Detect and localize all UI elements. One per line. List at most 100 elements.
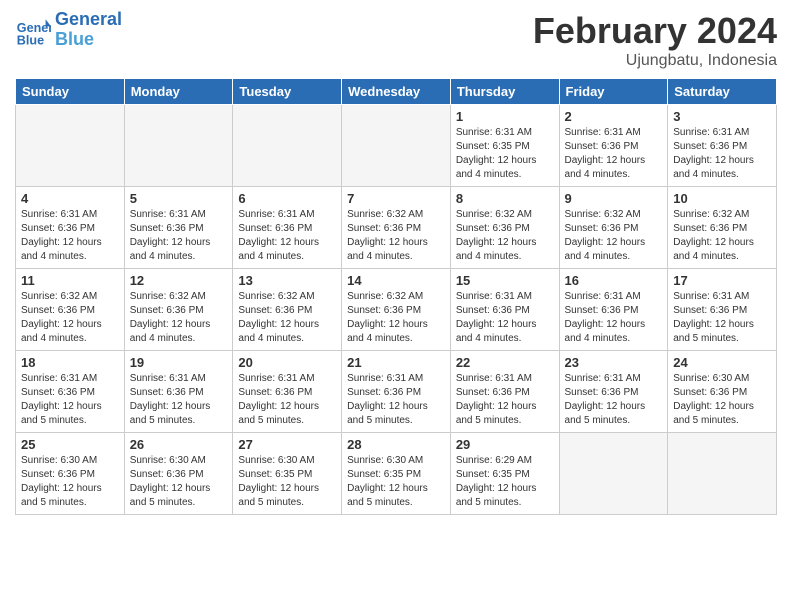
day-number: 1 bbox=[456, 109, 554, 124]
day-info: Sunrise: 6:31 AMSunset: 6:36 PMDaylight:… bbox=[238, 208, 336, 264]
day-info: Sunrise: 6:32 AMSunset: 6:36 PMDaylight:… bbox=[456, 208, 554, 264]
table-row: 5Sunrise: 6:31 AMSunset: 6:36 PMDaylight… bbox=[124, 187, 233, 269]
day-info: Sunrise: 6:31 AMSunset: 6:35 PMDaylight:… bbox=[456, 126, 554, 182]
table-row: 14 Sunrise: 6:32 AMSunset: 6:36 PMDayligh… bbox=[342, 269, 451, 351]
day-number: 13 bbox=[238, 273, 336, 288]
day-number: 14 bbox=[347, 273, 445, 288]
page-title: February 2024 bbox=[533, 10, 777, 52]
table-row: 20 Sunrise: 6:31 AMSunset: 6:36 PMDayligh… bbox=[233, 351, 342, 433]
day-info: Sunrise: 6:31 AMSunset: 6:36 PMDaylight:… bbox=[673, 126, 771, 182]
day-number: 29 bbox=[456, 437, 554, 452]
calendar-header-sunday: Sunday bbox=[16, 79, 125, 105]
table-row: 11 Sunrise: 6:32 AMSunset: 6:36 PMDayligh… bbox=[16, 269, 125, 351]
calendar-week-row: 25 Sunrise: 6:30 AMSunset: 6:36 PMDayligh… bbox=[16, 433, 777, 515]
table-row: 18 Sunrise: 6:31 AMSunset: 6:36 PMDayligh… bbox=[16, 351, 125, 433]
table-row: 7 Sunrise: 6:32 AMSunset: 6:36 PMDaylight… bbox=[342, 187, 451, 269]
table-row: 1 Sunrise: 6:31 AMSunset: 6:35 PMDaylight… bbox=[450, 105, 559, 187]
day-info: Sunrise: 6:32 AMSunset: 6:36 PMDaylight:… bbox=[21, 290, 119, 346]
day-info: Sunrise: 6:31 AMSunset: 6:36 PMDaylight:… bbox=[238, 372, 336, 428]
calendar-header-tuesday: Tuesday bbox=[233, 79, 342, 105]
day-number: 28 bbox=[347, 437, 445, 452]
table-row: 15 Sunrise: 6:31 AMSunset: 6:36 PMDayligh… bbox=[450, 269, 559, 351]
table-row bbox=[342, 105, 451, 187]
day-info: Sunrise: 6:31 AMSunset: 6:36 PMDaylight:… bbox=[456, 290, 554, 346]
table-row: 23Sunrise: 6:31 AMSunset: 6:36 PMDayligh… bbox=[559, 351, 668, 433]
table-row: 3 Sunrise: 6:31 AMSunset: 6:36 PMDaylight… bbox=[668, 105, 777, 187]
table-row bbox=[16, 105, 125, 187]
day-info: Sunrise: 6:31 AMSunset: 6:36 PMDaylight:… bbox=[565, 290, 663, 346]
day-info: Sunrise: 6:30 AMSunset: 6:36 PMDaylight:… bbox=[673, 372, 771, 428]
day-number: 25 bbox=[21, 437, 119, 452]
table-row: 26 Sunrise: 6:30 AMSunset: 6:36 PMDayligh… bbox=[124, 433, 233, 515]
day-number: 3 bbox=[673, 109, 771, 124]
day-info: Sunrise: 6:32 AMSunset: 6:36 PMDaylight:… bbox=[347, 290, 445, 346]
day-info: Sunrise: 6:31 AMSunset: 6:36 PMDaylight:… bbox=[130, 208, 228, 264]
table-row: 24 Sunrise: 6:30 AMSunset: 6:36 PMDayligh… bbox=[668, 351, 777, 433]
calendar-header-saturday: Saturday bbox=[668, 79, 777, 105]
table-row: 12 Sunrise: 6:32 AMSunset: 6:36 PMDayligh… bbox=[124, 269, 233, 351]
day-info: Sunrise: 6:32 AMSunset: 6:36 PMDaylight:… bbox=[130, 290, 228, 346]
day-number: 17 bbox=[673, 273, 771, 288]
day-number: 18 bbox=[21, 355, 119, 370]
day-number: 2 bbox=[565, 109, 663, 124]
day-info: Sunrise: 6:31 AMSunset: 6:36 PMDaylight:… bbox=[456, 372, 554, 428]
table-row bbox=[559, 433, 668, 515]
table-row: 29 Sunrise: 6:29 AMSunset: 6:35 PMDayligh… bbox=[450, 433, 559, 515]
day-info: Sunrise: 6:30 AMSunset: 6:36 PMDaylight:… bbox=[130, 454, 228, 510]
table-row: 27 Sunrise: 6:30 AMSunset: 6:35 PMDayligh… bbox=[233, 433, 342, 515]
day-number: 26 bbox=[130, 437, 228, 452]
day-number: 22 bbox=[456, 355, 554, 370]
day-number: 11 bbox=[21, 273, 119, 288]
table-row: 13 Sunrise: 6:32 AMSunset: 6:36 PMDayligh… bbox=[233, 269, 342, 351]
page-subtitle: Ujungbatu, Indonesia bbox=[533, 52, 777, 70]
table-row: 9Sunrise: 6:32 AMSunset: 6:36 PMDaylight… bbox=[559, 187, 668, 269]
day-number: 9 bbox=[565, 191, 663, 206]
day-number: 7 bbox=[347, 191, 445, 206]
day-number: 20 bbox=[238, 355, 336, 370]
day-info: Sunrise: 6:31 AMSunset: 6:36 PMDaylight:… bbox=[21, 372, 119, 428]
day-info: Sunrise: 6:31 AMSunset: 6:36 PMDaylight:… bbox=[673, 290, 771, 346]
day-info: Sunrise: 6:32 AMSunset: 6:36 PMDaylight:… bbox=[673, 208, 771, 264]
table-row: 28Sunrise: 6:30 AMSunset: 6:35 PMDayligh… bbox=[342, 433, 451, 515]
calendar-header-row: SundayMondayTuesdayWednesdayThursdayFrid… bbox=[16, 79, 777, 105]
table-row bbox=[124, 105, 233, 187]
svg-text:Blue: Blue bbox=[17, 33, 44, 47]
calendar-table: SundayMondayTuesdayWednesdayThursdayFrid… bbox=[15, 78, 777, 515]
calendar-header-monday: Monday bbox=[124, 79, 233, 105]
table-row: 8Sunrise: 6:32 AMSunset: 6:36 PMDaylight… bbox=[450, 187, 559, 269]
day-number: 24 bbox=[673, 355, 771, 370]
day-info: Sunrise: 6:30 AMSunset: 6:36 PMDaylight:… bbox=[21, 454, 119, 510]
day-number: 19 bbox=[130, 355, 228, 370]
day-number: 15 bbox=[456, 273, 554, 288]
day-info: Sunrise: 6:31 AMSunset: 6:36 PMDaylight:… bbox=[565, 372, 663, 428]
title-block: February 2024 Ujungbatu, Indonesia bbox=[533, 10, 777, 70]
day-info: Sunrise: 6:32 AMSunset: 6:36 PMDaylight:… bbox=[238, 290, 336, 346]
calendar-week-row: 11 Sunrise: 6:32 AMSunset: 6:36 PMDayligh… bbox=[16, 269, 777, 351]
table-row: 22 Sunrise: 6:31 AMSunset: 6:36 PMDayligh… bbox=[450, 351, 559, 433]
day-info: Sunrise: 6:31 AMSunset: 6:36 PMDaylight:… bbox=[565, 126, 663, 182]
table-row: 21Sunrise: 6:31 AMSunset: 6:36 PMDayligh… bbox=[342, 351, 451, 433]
day-number: 21 bbox=[347, 355, 445, 370]
calendar-week-row: 1 Sunrise: 6:31 AMSunset: 6:35 PMDaylight… bbox=[16, 105, 777, 187]
day-number: 27 bbox=[238, 437, 336, 452]
day-info: Sunrise: 6:30 AMSunset: 6:35 PMDaylight:… bbox=[238, 454, 336, 510]
day-info: Sunrise: 6:32 AMSunset: 6:36 PMDaylight:… bbox=[347, 208, 445, 264]
day-number: 6 bbox=[238, 191, 336, 206]
day-number: 10 bbox=[673, 191, 771, 206]
calendar-header-wednesday: Wednesday bbox=[342, 79, 451, 105]
logo-text-blue: Blue bbox=[55, 30, 122, 50]
day-number: 4 bbox=[21, 191, 119, 206]
table-row bbox=[668, 433, 777, 515]
table-row bbox=[233, 105, 342, 187]
day-info: Sunrise: 6:31 AMSunset: 6:36 PMDaylight:… bbox=[21, 208, 119, 264]
table-row: 2 Sunrise: 6:31 AMSunset: 6:36 PMDaylight… bbox=[559, 105, 668, 187]
table-row: 19Sunrise: 6:31 AMSunset: 6:36 PMDayligh… bbox=[124, 351, 233, 433]
table-row: 6 Sunrise: 6:31 AMSunset: 6:36 PMDaylight… bbox=[233, 187, 342, 269]
table-row: 16 Sunrise: 6:31 AMSunset: 6:36 PMDayligh… bbox=[559, 269, 668, 351]
day-number: 16 bbox=[565, 273, 663, 288]
day-number: 12 bbox=[130, 273, 228, 288]
table-row: 17 Sunrise: 6:31 AMSunset: 6:36 PMDayligh… bbox=[668, 269, 777, 351]
calendar-header-friday: Friday bbox=[559, 79, 668, 105]
table-row: 10 Sunrise: 6:32 AMSunset: 6:36 PMDayligh… bbox=[668, 187, 777, 269]
day-info: Sunrise: 6:29 AMSunset: 6:35 PMDaylight:… bbox=[456, 454, 554, 510]
